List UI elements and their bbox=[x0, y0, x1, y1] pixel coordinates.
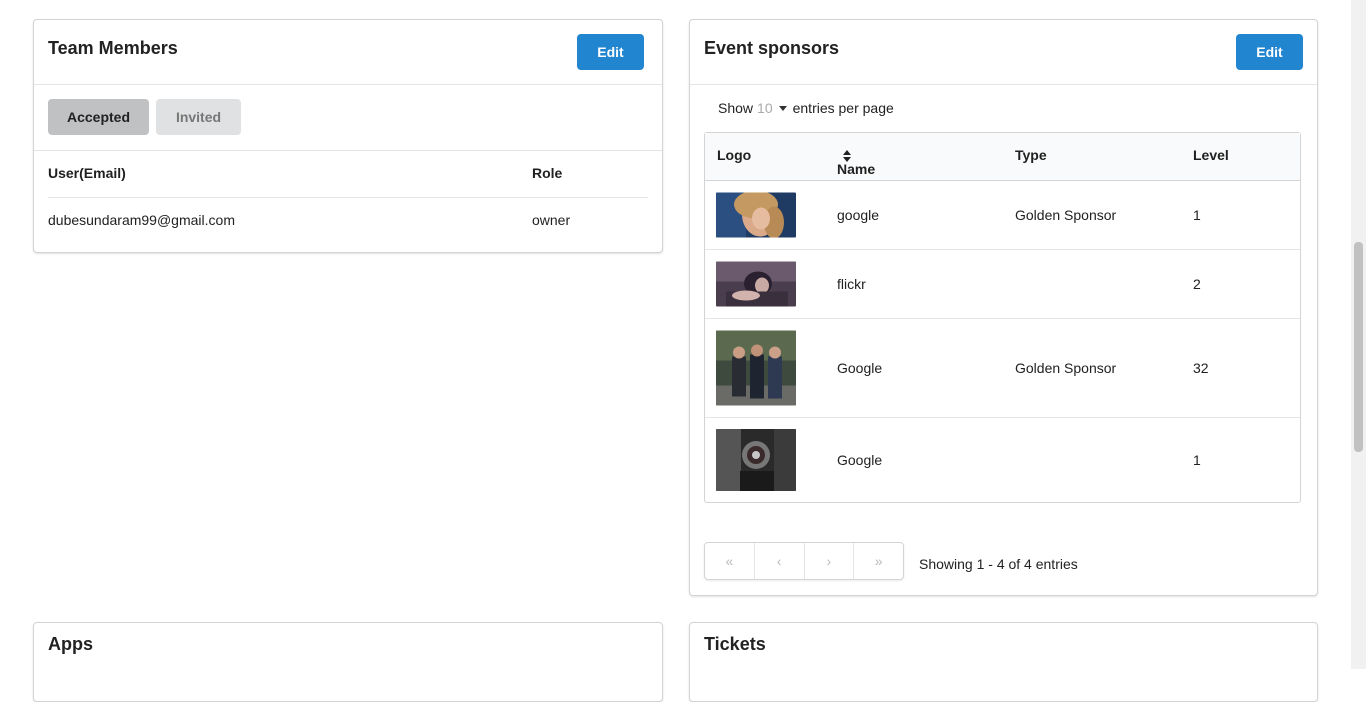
sponsor-logo-image bbox=[716, 330, 796, 406]
tab-accepted[interactable]: Accepted bbox=[48, 99, 149, 135]
team-members-title: Team Members bbox=[48, 38, 178, 58]
sponsor-name: google bbox=[837, 207, 880, 223]
showing-entries: Showing 1 - 4 of 4 entries bbox=[919, 556, 1078, 572]
tickets-card: Tickets bbox=[689, 622, 1318, 702]
column-name-label: Name bbox=[837, 161, 876, 177]
column-user-email: User(Email) bbox=[48, 165, 126, 181]
sponsor-type: Golden Sponsor bbox=[1015, 207, 1117, 223]
last-page-button[interactable]: » bbox=[854, 543, 903, 579]
apps-card: Apps bbox=[33, 622, 663, 702]
table-row: Google 1 bbox=[705, 418, 1300, 502]
sponsors-edit-button[interactable]: Edit bbox=[1236, 34, 1303, 70]
entries-per-page: Show 10 entries per page bbox=[718, 100, 894, 116]
first-page-button[interactable]: « bbox=[705, 543, 755, 579]
entries-count-select[interactable]: 10 bbox=[757, 100, 773, 116]
member-role: owner bbox=[532, 212, 571, 228]
team-edit-button[interactable]: Edit bbox=[577, 34, 644, 70]
table-row: flickr 2 bbox=[705, 250, 1300, 319]
column-type: Type bbox=[1015, 147, 1047, 163]
tickets-title: Tickets bbox=[704, 634, 766, 654]
next-page-button[interactable]: › bbox=[805, 543, 855, 579]
sponsor-logo-image bbox=[716, 192, 796, 238]
team-tabs: Accepted Invited bbox=[34, 85, 662, 151]
prev-page-button[interactable]: ‹ bbox=[755, 543, 805, 579]
sponsor-logo-image bbox=[716, 261, 796, 307]
tab-invited[interactable]: Invited bbox=[156, 99, 241, 135]
column-logo: Logo bbox=[717, 147, 752, 163]
event-sponsors-card: Event sponsors Edit Show 10 entries per pa… bbox=[689, 19, 1318, 596]
sponsor-level: 32 bbox=[1193, 360, 1209, 376]
pagination: « ‹ › » bbox=[704, 542, 904, 580]
column-name[interactable]: Name bbox=[837, 147, 875, 177]
event-sponsors-header: Event sponsors Edit bbox=[690, 20, 1317, 85]
page-scrollbar[interactable] bbox=[1351, 0, 1366, 669]
team-members-card: Team Members Edit Accepted Invited User(… bbox=[33, 19, 663, 253]
sponsor-name: flickr bbox=[837, 276, 866, 292]
apps-title: Apps bbox=[48, 634, 93, 654]
column-level: Level bbox=[1193, 147, 1229, 163]
team-members-header: Team Members Edit bbox=[34, 20, 662, 85]
table-row: google Golden Sponsor 1 bbox=[705, 181, 1300, 250]
scrollbar-thumb[interactable] bbox=[1354, 242, 1363, 452]
table-header-row: User(Email) Role bbox=[48, 151, 648, 198]
team-members-table: User(Email) Role dubesundaram99@gmail.co… bbox=[48, 151, 648, 244]
sponsors-table: Logo Name Type Level google Golden Spons… bbox=[704, 132, 1301, 503]
show-suffix: entries per page bbox=[792, 100, 894, 116]
show-prefix: Show bbox=[718, 100, 754, 116]
event-sponsors-title: Event sponsors bbox=[704, 38, 840, 58]
sponsor-level: 1 bbox=[1193, 452, 1201, 468]
table-row: Google Golden Sponsor 32 bbox=[705, 319, 1300, 418]
table-row: dubesundaram99@gmail.com owner bbox=[48, 198, 648, 244]
sponsor-type: Golden Sponsor bbox=[1015, 360, 1117, 376]
sponsor-name: Google bbox=[837, 360, 883, 376]
sponsor-level: 2 bbox=[1193, 276, 1201, 292]
sponsor-level: 1 bbox=[1193, 207, 1201, 223]
column-role: Role bbox=[532, 165, 563, 181]
member-email: dubesundaram99@gmail.com bbox=[48, 212, 235, 228]
sponsor-name: Google bbox=[837, 452, 883, 468]
sponsor-logo-image bbox=[716, 429, 796, 491]
table-header-row: Logo Name Type Level bbox=[705, 133, 1300, 181]
caret-down-icon[interactable] bbox=[778, 105, 787, 111]
